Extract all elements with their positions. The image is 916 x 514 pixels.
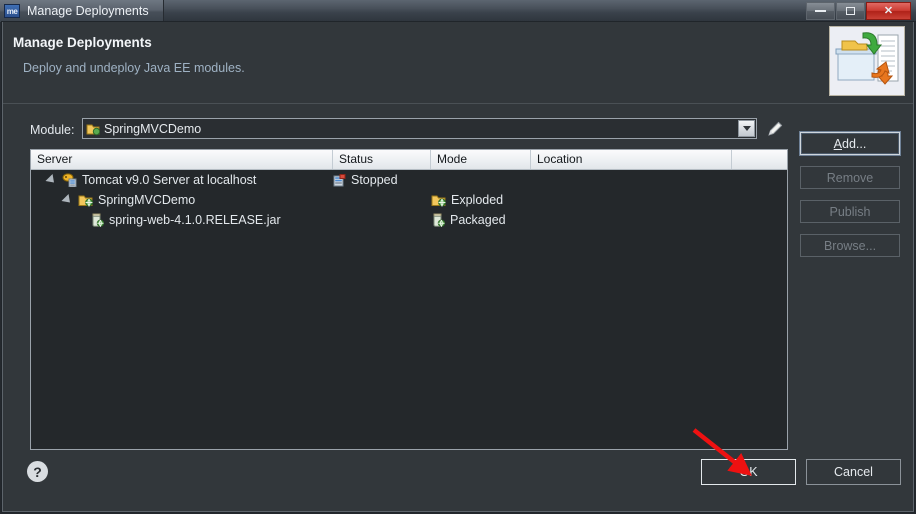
column-header-status[interactable]: Status bbox=[333, 150, 431, 169]
add-button[interactable]: Add... bbox=[800, 132, 900, 155]
close-button[interactable]: ✕ bbox=[866, 2, 911, 20]
minimize-icon bbox=[815, 10, 826, 12]
row-server-label: spring-web-4.1.0.RELEASE.jar bbox=[109, 213, 281, 227]
deployment-banner-graphic bbox=[830, 27, 904, 95]
column-header-server[interactable]: Server bbox=[31, 150, 333, 169]
window-title: Manage Deployments bbox=[27, 4, 149, 18]
side-button-group: Add... Remove Publish Browse... bbox=[800, 132, 900, 257]
row-server-label: Tomcat v9.0 Server at localhost bbox=[82, 173, 257, 187]
row-mode-label: Packaged bbox=[450, 213, 506, 227]
help-icon[interactable]: ? bbox=[27, 461, 48, 482]
deployment-banner-icon bbox=[829, 26, 905, 96]
cell-mode: Exploded bbox=[431, 193, 531, 207]
footer-button-group: OK Cancel bbox=[701, 459, 901, 485]
column-header-mode[interactable]: Mode bbox=[431, 150, 531, 169]
web-module-icon bbox=[78, 195, 93, 207]
table-row[interactable]: SpringMVCDemo Exploded bbox=[31, 190, 787, 210]
server-stopped-icon bbox=[333, 173, 346, 186]
cell-server: SpringMVCDemo bbox=[31, 193, 333, 207]
cancel-button[interactable]: Cancel bbox=[806, 459, 901, 485]
cell-server: spring-web-4.1.0.RELEASE.jar bbox=[31, 213, 333, 227]
module-combobox[interactable]: SpringMVCDemo bbox=[82, 118, 757, 139]
add-button-label: dd... bbox=[842, 136, 867, 151]
table-header-row: Server Status Mode Location bbox=[31, 150, 787, 170]
row-status-label: Stopped bbox=[351, 173, 398, 187]
expand-collapse-icon[interactable] bbox=[45, 173, 58, 187]
cell-status: Stopped bbox=[333, 173, 431, 187]
maximize-button[interactable] bbox=[836, 2, 865, 20]
row-mode-label: Exploded bbox=[451, 193, 504, 207]
window-controls: ✕ bbox=[806, 2, 911, 20]
module-label: Module: bbox=[30, 123, 75, 137]
pencil-icon bbox=[768, 121, 783, 136]
tomcat-server-icon bbox=[62, 173, 77, 187]
browse-button[interactable]: Browse... bbox=[800, 234, 900, 257]
deployments-table[interactable]: Server Status Mode Location Tomcat v9.0 … bbox=[30, 149, 788, 450]
dialog-footer: ? OK Cancel bbox=[3, 449, 913, 511]
web-module-icon bbox=[86, 124, 100, 135]
jar-file-icon bbox=[92, 213, 104, 227]
title-bar: me Manage Deployments ✕ bbox=[0, 0, 916, 22]
screen: path = request.getContextPath(); me Mana… bbox=[0, 0, 916, 514]
dialog-heading: Manage Deployments bbox=[13, 35, 152, 50]
minimize-button[interactable] bbox=[806, 2, 835, 20]
window-title-tab[interactable]: me Manage Deployments bbox=[0, 0, 164, 22]
exploded-folder-icon bbox=[431, 195, 446, 207]
remove-button[interactable]: Remove bbox=[800, 166, 900, 189]
table-row[interactable]: spring-web-4.1.0.RELEASE.jar Packaged bbox=[31, 210, 787, 230]
myeclipse-icon: me bbox=[4, 4, 20, 18]
chevron-down-icon bbox=[742, 126, 751, 131]
module-edit-button[interactable] bbox=[767, 120, 785, 138]
table-row[interactable]: Tomcat v9.0 Server at localhost Stopped bbox=[31, 170, 787, 190]
maximize-icon bbox=[846, 7, 855, 15]
column-header-location[interactable]: Location bbox=[531, 150, 732, 169]
row-server-label: SpringMVCDemo bbox=[98, 193, 196, 207]
module-value: SpringMVCDemo bbox=[104, 121, 202, 136]
ok-button[interactable]: OK bbox=[701, 459, 796, 485]
packaged-jar-icon bbox=[433, 213, 445, 227]
manage-deployments-dialog: Manage Deployments Deploy and undeploy J… bbox=[2, 22, 914, 512]
publish-button[interactable]: Publish bbox=[800, 200, 900, 223]
table-body: Tomcat v9.0 Server at localhost Stopped bbox=[31, 170, 787, 230]
column-header-filler bbox=[732, 150, 787, 169]
cell-mode: Packaged bbox=[431, 213, 531, 227]
module-row: Module: SpringMVCDemo bbox=[3, 118, 913, 144]
dialog-subtitle: Deploy and undeploy Java EE modules. bbox=[23, 61, 245, 75]
cell-server: Tomcat v9.0 Server at localhost bbox=[31, 173, 333, 187]
expand-collapse-icon[interactable] bbox=[61, 193, 74, 207]
module-dropdown-button[interactable] bbox=[738, 120, 755, 137]
dialog-header: Manage Deployments Deploy and undeploy J… bbox=[3, 22, 913, 104]
add-button-mnemonic: A bbox=[833, 136, 842, 151]
